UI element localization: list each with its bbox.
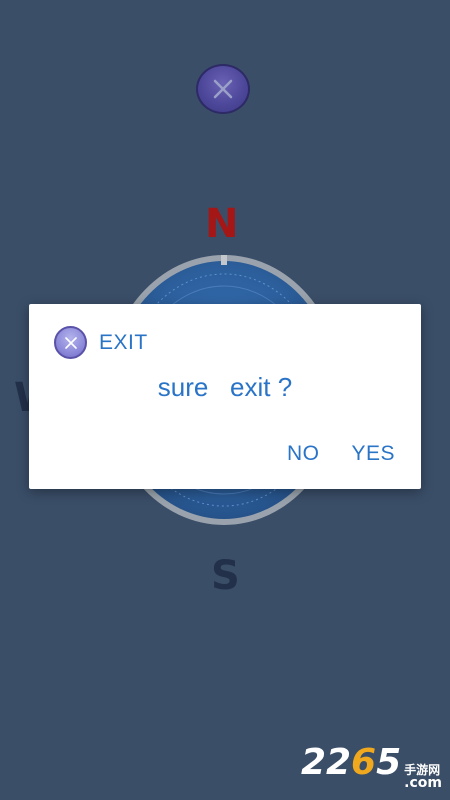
dialog-header: EXIT bbox=[54, 326, 148, 359]
top-close-button[interactable] bbox=[196, 64, 250, 114]
dialog-actions: NO YES bbox=[287, 442, 395, 466]
no-button[interactable]: NO bbox=[287, 442, 320, 466]
dialog-message: sure exit ? bbox=[157, 372, 293, 402]
dialog-title: EXIT bbox=[99, 330, 148, 354]
yes-button[interactable]: YES bbox=[351, 442, 395, 466]
exit-dialog: EXIT sure exit ? NO YES bbox=[29, 304, 421, 489]
compass-south-label: S bbox=[211, 553, 240, 599]
watermark-side-text: 手游网 .com bbox=[404, 763, 442, 791]
watermark-logo: 2265 手游网 .com bbox=[301, 742, 442, 790]
close-x-icon bbox=[54, 326, 87, 359]
compass-north-label: N bbox=[205, 201, 239, 247]
close-x-icon bbox=[213, 79, 233, 99]
watermark-number: 2265 bbox=[300, 742, 402, 783]
